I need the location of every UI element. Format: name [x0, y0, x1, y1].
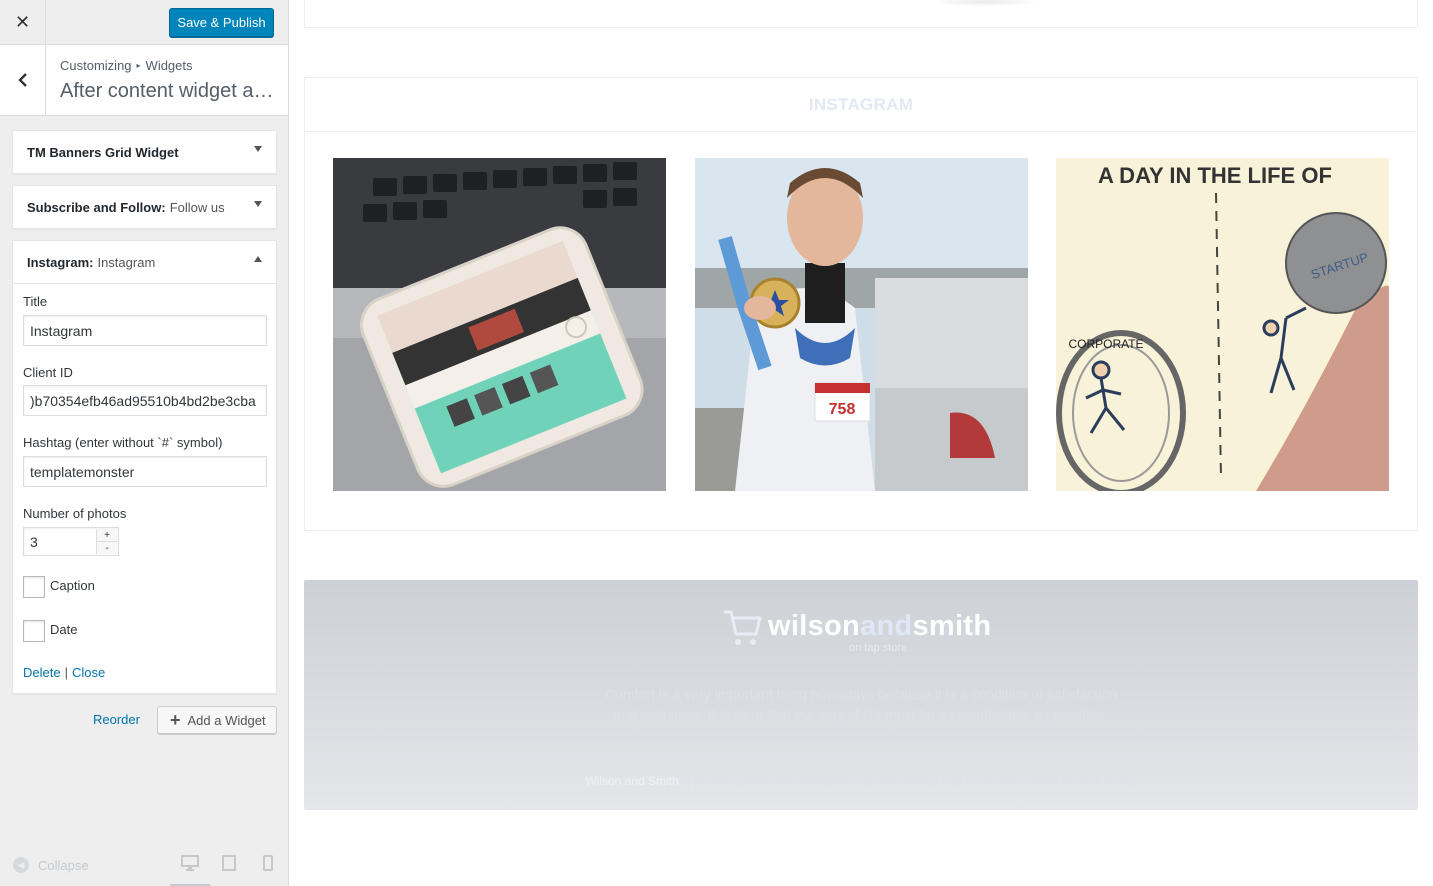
tablet-icon — [222, 855, 236, 871]
site-preview: INSTAGRAM 758 A DAY IN THE LIFE OF START… — [289, 0, 1433, 886]
plus-icon: + — [170, 710, 181, 730]
instagram-photo-2[interactable]: 758 — [695, 158, 1028, 491]
widget-form: Title Instagram Client ID )b70354efb46ad… — [13, 283, 276, 693]
race-bib-number: 758 — [829, 401, 856, 418]
breadcrumb: Customizing ▸ Widgets — [60, 58, 193, 73]
increment-button[interactable]: + — [97, 529, 117, 542]
hashtag-input[interactable]: templatemonster — [23, 456, 267, 487]
expand-arrow-icon[interactable] — [254, 201, 262, 207]
collapse-button[interactable]: ◀ Collapse — [13, 857, 89, 873]
previous-section-card — [304, 0, 1418, 28]
widget-name: TM Banners Grid Widget — [27, 144, 179, 160]
mobile-preview-button[interactable] — [248, 855, 288, 886]
collapse-arrow-icon[interactable] — [254, 256, 262, 262]
decrement-button[interactable]: - — [97, 542, 117, 554]
save-publish-button[interactable]: Save & Publish — [169, 8, 274, 37]
cartoon-heading: A DAY IN THE LIFE OF — [1098, 163, 1332, 188]
caption-checkbox[interactable] — [23, 576, 45, 598]
photos-count-stepper[interactable]: 3 + - — [23, 527, 119, 556]
breadcrumb-root: Customizing — [60, 58, 132, 73]
close-icon: ✕ — [14, 11, 31, 32]
logo-smith: smith — [912, 610, 992, 642]
client-id-label: Client ID — [23, 365, 73, 380]
expand-arrow-icon[interactable] — [254, 146, 262, 152]
customizer-sidebar: ✕ Save & Publish Customizing ▸ Widgets Aft… — [0, 0, 289, 886]
chevron-left-icon — [17, 73, 27, 87]
instagram-widget-header: INSTAGRAM — [305, 78, 1417, 132]
footer-desc-line-2: and calmness. It is clear that our way o… — [613, 706, 1109, 722]
desktop-icon — [181, 855, 199, 871]
photos-count-value: 3 — [30, 533, 38, 550]
collapse-label: Collapse — [38, 857, 89, 873]
widget-header-tm-banners[interactable]: TM Banners Grid Widget — [13, 131, 276, 173]
collapse-arrow-icon: ◀ — [13, 857, 29, 873]
client-id-input[interactable]: )b70354efb46ad95510b4bd2be3cba — [23, 385, 267, 416]
widget-subtitle: Follow us — [169, 199, 225, 215]
close-link[interactable]: Close — [72, 665, 105, 680]
photos-count-label: Number of photos — [23, 506, 127, 521]
footer-description: Comfort is a very important thing nowada… — [304, 684, 1418, 724]
footer-credit: Wilson and Smith is proudly powered by W… — [304, 774, 1418, 788]
instagram-widget: INSTAGRAM 758 A DAY IN THE LIFE OF START… — [304, 77, 1418, 531]
customizer-header: ✕ Save & Publish — [0, 0, 288, 45]
footer-desc-line-1: Comfort is a very important thing nowada… — [604, 686, 1118, 702]
section-title: After content widget area — [60, 80, 280, 102]
title-input[interactable]: Instagram — [23, 315, 267, 346]
mobile-icon — [263, 855, 273, 871]
site-footer: wilsonandsmith on tap store Comfort is a… — [304, 580, 1418, 810]
breadcrumb-arrow-icon: ▸ — [136, 61, 141, 70]
widget-name: Instagram: — [27, 254, 94, 270]
instagram-heading: INSTAGRAM — [808, 94, 914, 114]
widget-instagram: Instagram: Instagram Title Instagram Cli… — [12, 240, 277, 694]
widget-subtitle: Instagram — [97, 254, 156, 270]
date-checkbox[interactable] — [23, 620, 45, 642]
breadcrumb-current: Widgets — [145, 58, 193, 73]
hashtag-label: Hashtag (enter without `#` symbol) — [23, 435, 223, 450]
shopping-cart-icon — [724, 610, 762, 645]
tablet-preview-button[interactable] — [209, 855, 249, 886]
link-separator: | — [64, 665, 68, 680]
back-button[interactable] — [0, 45, 46, 115]
desktop-preview-button[interactable] — [170, 855, 210, 886]
widget-actions: Delete | Close — [23, 665, 105, 680]
close-customizer-button[interactable]: ✕ — [0, 0, 46, 44]
add-widget-button[interactable]: + Add a Widget — [157, 706, 277, 734]
widget-subscribe-follow: Subscribe and Follow: Follow us — [12, 185, 277, 229]
delete-link[interactable]: Delete — [23, 665, 61, 680]
widget-tm-banners-grid: TM Banners Grid Widget — [12, 130, 277, 174]
reorder-link[interactable]: Reorder — [93, 712, 140, 727]
footer-brand-link[interactable]: Wilson and Smith — [585, 774, 678, 788]
instagram-photo-1[interactable] — [333, 158, 666, 491]
section-header: Customizing ▸ Widgets After content widget… — [0, 45, 288, 116]
stepper-controls: + - — [96, 529, 117, 554]
date-label: Date — [50, 622, 78, 637]
widget-name: Subscribe and Follow: — [27, 199, 166, 215]
photo-runner-medal: 758 — [695, 158, 1028, 491]
title-label: Title — [23, 294, 48, 309]
logo-tagline: on tap store — [849, 642, 908, 654]
logo-and: and — [860, 610, 913, 642]
instagram-photo-3[interactable]: A DAY IN THE LIFE OF STARTUP CORPORATE — [1056, 158, 1389, 491]
photo-startup-cartoon: A DAY IN THE LIFE OF STARTUP CORPORATE — [1056, 158, 1389, 491]
widget-header-instagram[interactable]: Instagram: Instagram — [13, 241, 276, 283]
photo-phone-laptop — [333, 158, 666, 491]
caption-label: Caption — [50, 578, 95, 593]
cartoon-left-label: CORPORATE — [1068, 337, 1143, 351]
footer-credit-text: is proudly powered by WordPress Entries … — [678, 774, 1137, 788]
customizer-footer: ◀ Collapse — [0, 846, 288, 886]
logo-wilson: wilson — [768, 610, 861, 642]
logo-wordmark: wilsonandsmith — [768, 610, 991, 643]
add-widget-label: Add a Widget — [187, 712, 266, 728]
widget-header-subscribe[interactable]: Subscribe and Follow: Follow us — [13, 186, 276, 228]
